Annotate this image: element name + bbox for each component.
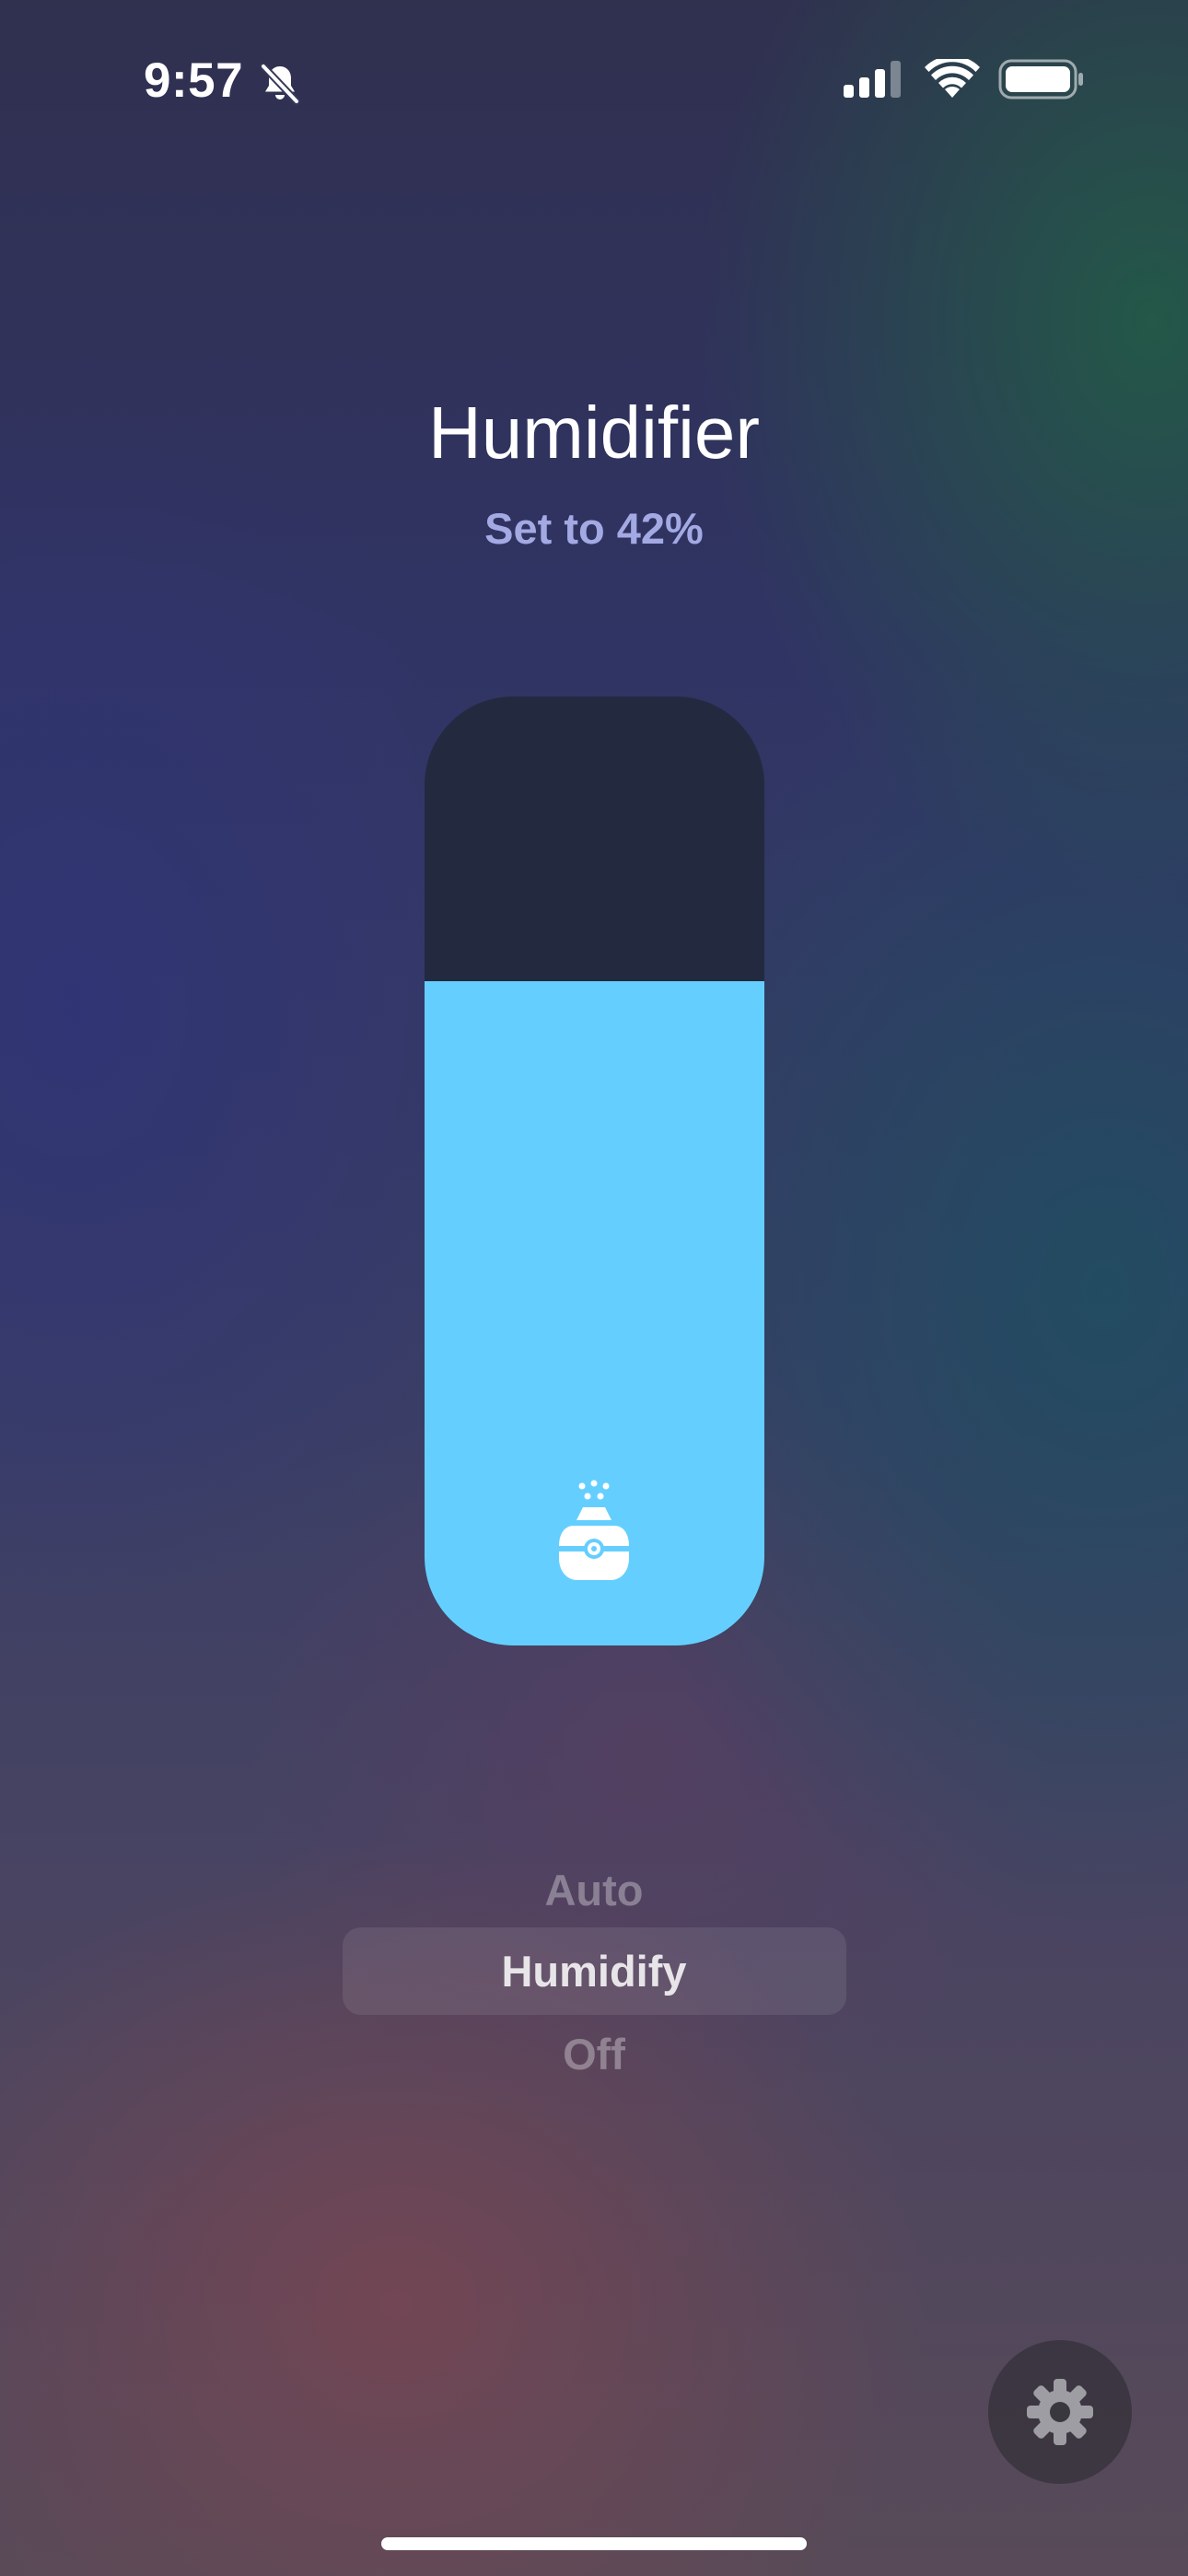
status-time: 9:57 bbox=[144, 53, 244, 108]
home-indicator[interactable] bbox=[381, 2537, 807, 2550]
gear-icon bbox=[1027, 2379, 1093, 2445]
device-title: Humidifier bbox=[427, 392, 761, 474]
settings-button[interactable] bbox=[988, 2340, 1132, 2484]
mode-option-auto[interactable]: Auto bbox=[0, 1863, 1188, 1918]
bell-slash-icon bbox=[260, 63, 300, 105]
setpoint-subtitle: Set to 42% bbox=[484, 504, 704, 553]
mode-option-off[interactable]: Off bbox=[0, 2027, 1188, 2082]
wifi-icon bbox=[925, 59, 980, 98]
humidifier-icon bbox=[559, 1480, 629, 1580]
mode-option-humidify[interactable]: Humidify bbox=[0, 1944, 1188, 1999]
battery-icon bbox=[998, 59, 1083, 100]
cellular-signal-icon bbox=[844, 61, 901, 98]
